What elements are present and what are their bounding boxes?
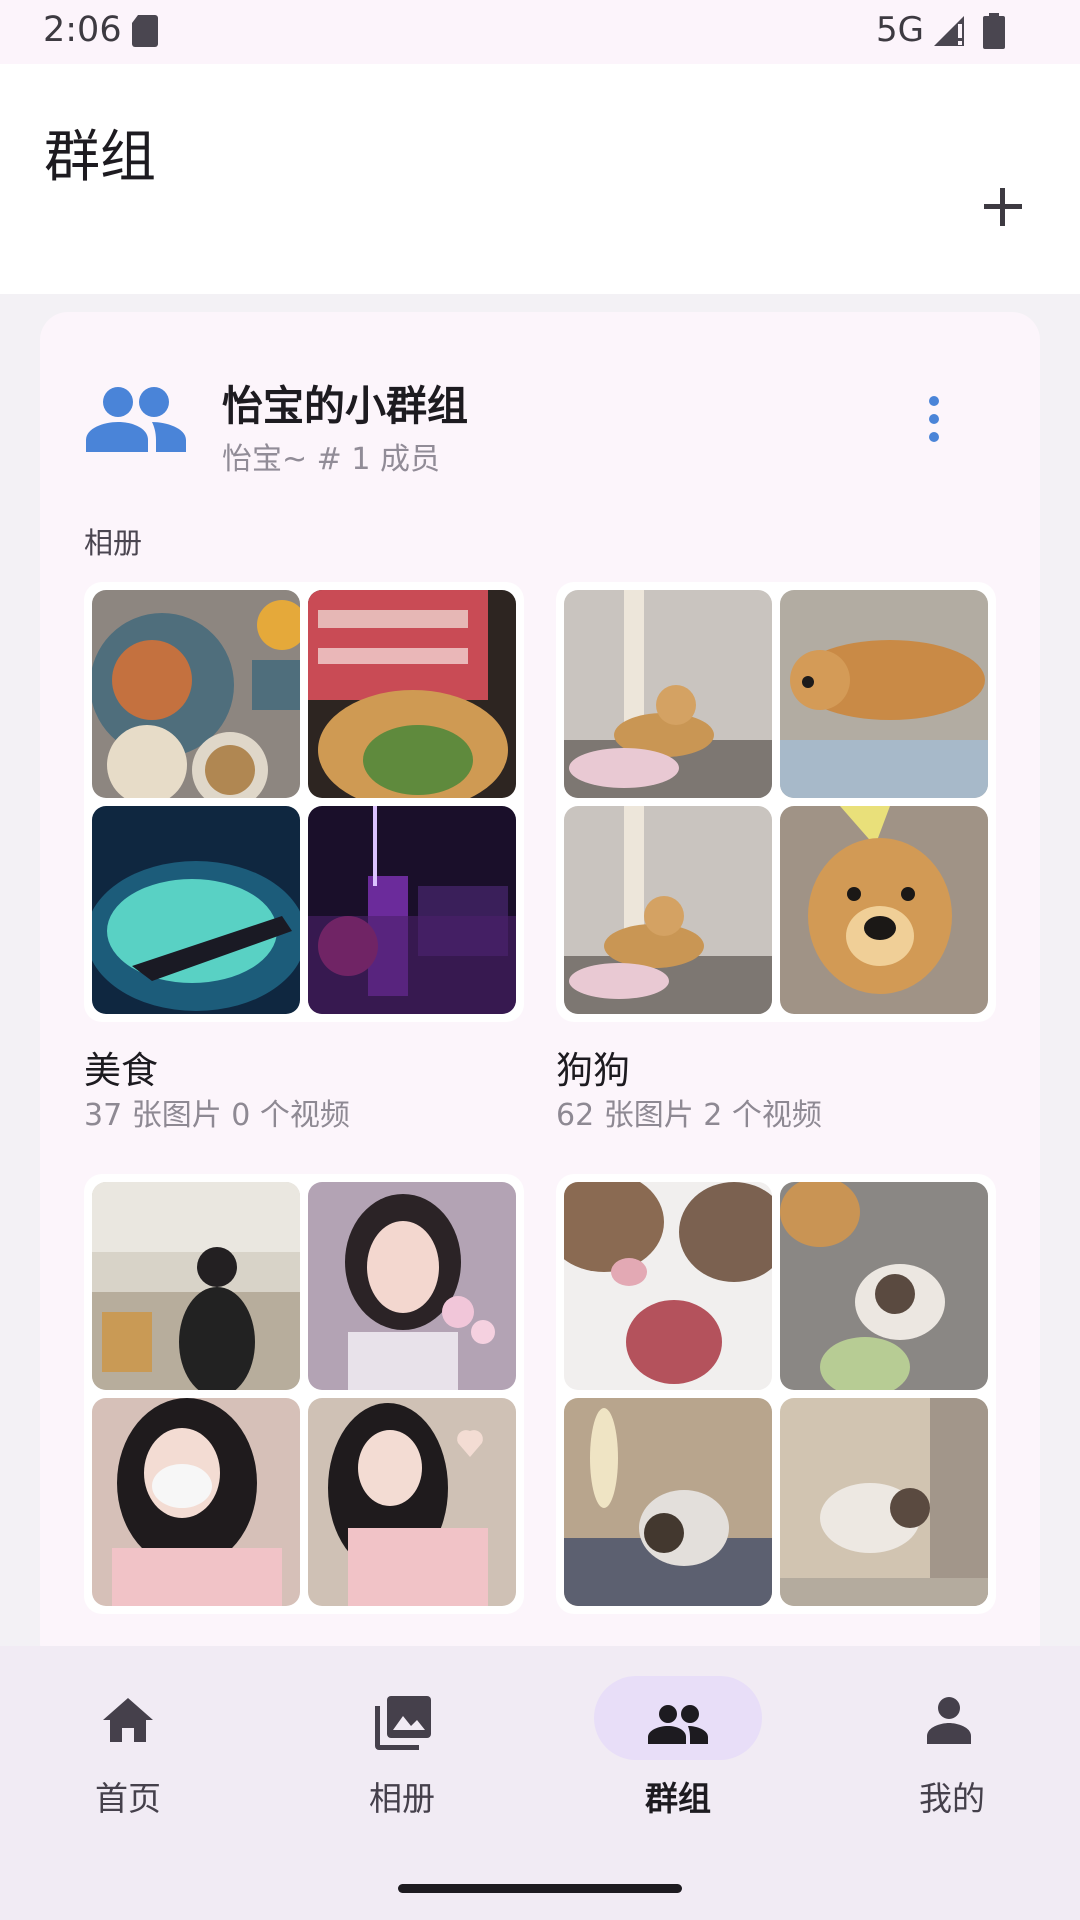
status-time: 2:06 [43, 10, 122, 50]
album-photo [308, 1182, 516, 1390]
app-bar [0, 64, 1080, 294]
album-cover-grid [84, 582, 524, 1022]
nav-item-profile[interactable]: 我的 [852, 1680, 1052, 1830]
album-photo [564, 1398, 772, 1606]
nav-item-albums[interactable]: 相册 [302, 1680, 502, 1830]
status-network: 5G [876, 10, 924, 50]
plus-icon [984, 188, 1022, 226]
album-card-food[interactable]: 美食 37 张图片 0 个视频 [84, 582, 524, 1133]
album-photo [308, 1398, 516, 1606]
sd-card-icon [132, 15, 158, 47]
album-photo [780, 806, 988, 1014]
album-photo [780, 1398, 988, 1606]
nav-item-home[interactable]: 首页 [28, 1680, 228, 1830]
gesture-home-indicator[interactable] [398, 1884, 682, 1893]
album-name: 狗狗 [556, 1049, 630, 1092]
page-title: 群组 [44, 125, 156, 190]
album-photo [780, 590, 988, 798]
group-icon [648, 1705, 708, 1744]
album-photo [92, 806, 300, 1014]
album-photo [92, 1398, 300, 1606]
album-count: 62 张图片 2 个视频 [556, 1098, 822, 1133]
status-bar: 2:06 5G [0, 0, 1080, 64]
album-photo [564, 590, 772, 798]
add-group-button[interactable] [976, 180, 1030, 234]
album-photo [92, 1182, 300, 1390]
nav-label: 首页 [95, 1779, 161, 1818]
battery-icon [983, 13, 1005, 49]
album-card-dogs[interactable]: 狗狗 62 张图片 2 个视频 [556, 582, 996, 1133]
nav-label: 群组 [645, 1779, 711, 1818]
album-card-4[interactable] [556, 1174, 996, 1614]
signal-icon [934, 16, 964, 46]
album-photo [780, 1182, 988, 1390]
album-photo [92, 590, 300, 798]
albums-section-label: 相册 [84, 526, 143, 560]
album-cover-grid [556, 582, 996, 1022]
group-name: 怡宝的小群组 [222, 382, 468, 430]
home-icon [103, 1698, 153, 1742]
album-name: 美食 [84, 1049, 158, 1092]
album-photo [564, 806, 772, 1014]
album-cover-grid [84, 1174, 524, 1614]
group-avatar-icon [86, 387, 186, 452]
album-card-3[interactable] [84, 1174, 524, 1614]
more-vert-icon [929, 396, 939, 442]
more-options-button[interactable] [912, 393, 956, 445]
album-count: 37 张图片 0 个视频 [84, 1098, 350, 1133]
person-icon [927, 1697, 971, 1744]
photo-library-icon [375, 1696, 431, 1750]
nav-label: 我的 [919, 1779, 985, 1818]
album-cover-grid [556, 1174, 996, 1614]
nav-item-groups[interactable]: 群组 [578, 1680, 778, 1830]
album-photo [308, 806, 516, 1014]
group-member-count: 怡宝~ # 1 成员 [222, 442, 440, 477]
album-photo [564, 1182, 772, 1390]
album-photo [308, 590, 516, 798]
nav-label: 相册 [369, 1779, 435, 1818]
